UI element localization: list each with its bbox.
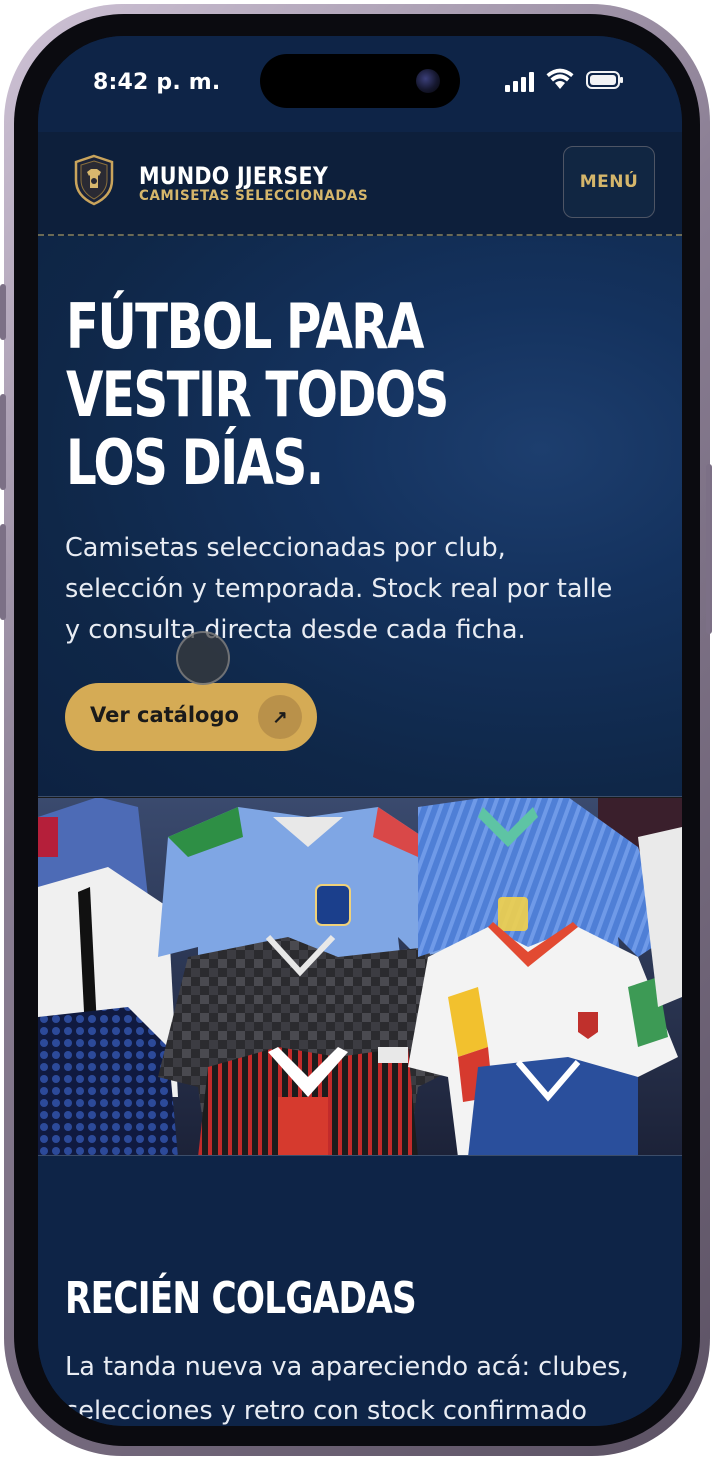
arrow-up-right-icon: ↗	[258, 695, 302, 739]
section-body: La tanda nueva va apareciendo acá: clube…	[65, 1345, 665, 1426]
jerseys-hero-image	[38, 796, 682, 1156]
status-time: 8:42 p. m.	[93, 70, 221, 95]
touch-indicator	[176, 631, 230, 685]
new-arrivals-section: RECIÉN COLGADAS La tanda nueva va aparec…	[38, 1156, 682, 1426]
site-header: MUNDO JJERSEY CAMISETAS SELECCIONADAS ME…	[38, 132, 682, 236]
volume-up-button	[0, 394, 6, 490]
section-body-line: selecciones y retro con stock confirmado	[65, 1396, 587, 1426]
cellular-signal-icon	[505, 72, 537, 92]
hero-title-line: LOS DÍAS.	[66, 426, 324, 499]
brand-name[interactable]: MUNDO JJERSEY	[139, 162, 328, 190]
volume-down-button	[0, 524, 6, 620]
section-title: RECIÉN COLGADAS	[65, 1273, 417, 1324]
section-body-line: La tanda nueva va apareciendo acá: clube…	[65, 1352, 629, 1382]
wifi-icon	[546, 68, 574, 89]
dynamic-island	[260, 54, 460, 108]
view-catalog-button[interactable]: Ver catálogo ↗	[65, 683, 317, 751]
hero-title-line: FÚTBOL PARA	[66, 290, 424, 363]
view-catalog-label: Ver catálogo	[90, 703, 239, 727]
status-bar: 8:42 p. m.	[38, 36, 682, 132]
battery-icon	[586, 71, 623, 89]
action-button	[0, 284, 6, 340]
hero-title-line: VESTIR TODOS	[66, 358, 449, 431]
power-button	[706, 464, 712, 634]
brand-tagline: CAMISETAS SELECCIONADAS	[139, 188, 369, 204]
screen: 8:42 p. m. MUNDO JJERSEY CAMISETAS SELEC…	[38, 36, 682, 1426]
menu-button[interactable]: MENÚ	[563, 146, 655, 218]
hero-subtitle: Camisetas seleccionadas por club, selecc…	[65, 533, 613, 645]
hero-title: FÚTBOL PARA VESTIR TODOS LOS DÍAS.	[66, 293, 503, 497]
camera-icon	[416, 69, 440, 93]
hero: FÚTBOL PARA VESTIR TODOS LOS DÍAS. Camis…	[38, 236, 682, 796]
jersey-shield-icon[interactable]	[72, 154, 116, 206]
